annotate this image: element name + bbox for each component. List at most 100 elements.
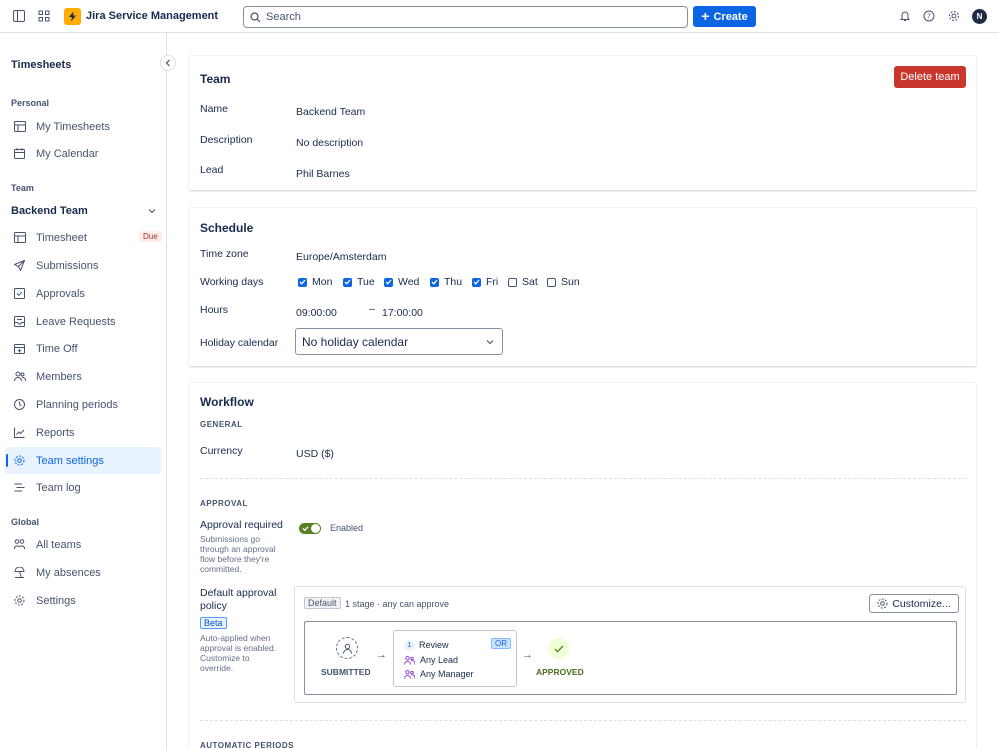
sidebar-toggle-icon[interactable] bbox=[12, 9, 26, 23]
jira-logo-icon[interactable] bbox=[64, 8, 81, 25]
search-input[interactable] bbox=[266, 11, 666, 23]
people-icon bbox=[404, 655, 415, 665]
help-icon[interactable]: ? bbox=[922, 9, 936, 23]
schedule-card-title: Schedule bbox=[200, 221, 254, 235]
review-label: Review bbox=[419, 640, 449, 650]
sidebar-item-my-calendar[interactable]: My Calendar bbox=[5, 140, 161, 167]
collapse-sidebar-button[interactable] bbox=[160, 55, 176, 71]
user-avatar[interactable]: N bbox=[972, 9, 987, 24]
team-card-title: Team bbox=[200, 72, 231, 86]
hours-separator: – bbox=[369, 303, 375, 315]
day-checkbox-mon[interactable]: Mon bbox=[298, 276, 332, 288]
holiday-calendar-select[interactable]: No holiday calendar bbox=[295, 328, 503, 355]
search-icon bbox=[250, 11, 261, 22]
sidebar-item-settings[interactable]: Settings bbox=[5, 587, 161, 614]
gear-icon bbox=[13, 454, 26, 467]
holiday-calendar-label: Holiday calendar bbox=[200, 337, 279, 349]
sidebar-item-planning-periods[interactable]: Planning periods bbox=[5, 391, 161, 418]
checkbox-checked-icon bbox=[430, 277, 439, 287]
sidebar-item-leave-requests[interactable]: Leave Requests bbox=[5, 308, 161, 335]
plus-icon: + bbox=[701, 8, 710, 24]
day-checkbox-tue[interactable]: Tue bbox=[343, 276, 375, 288]
sidebar-item-approvals[interactable]: Approvals bbox=[5, 280, 161, 307]
checkbox-checked-icon bbox=[384, 277, 393, 287]
hours-end-input[interactable]: 17:00:00 bbox=[382, 307, 423, 319]
chevron-left-icon bbox=[165, 59, 170, 67]
day-checkbox-fri[interactable]: Fri bbox=[472, 276, 498, 288]
team-card: Team Delete team Name Backend Team Descr… bbox=[188, 55, 977, 191]
sidebar-item-all-teams[interactable]: All teams bbox=[5, 531, 161, 558]
day-checkbox-thu[interactable]: Thu bbox=[430, 276, 462, 288]
working-days-label: Working days bbox=[200, 276, 264, 288]
app-switcher-icon[interactable] bbox=[37, 9, 51, 23]
description-value[interactable]: No description bbox=[296, 137, 363, 149]
delete-team-button[interactable]: Delete team bbox=[894, 66, 966, 88]
arrow-right-icon: → bbox=[376, 649, 387, 661]
section-team: Team bbox=[11, 183, 34, 193]
chart-icon bbox=[13, 426, 26, 439]
calendar-plus-icon bbox=[13, 342, 26, 355]
sidebar-item-time-off[interactable]: Time Off bbox=[5, 335, 161, 362]
general-heading: GENERAL bbox=[200, 420, 243, 429]
hours-label: Hours bbox=[200, 304, 229, 316]
arrow-right-icon: → bbox=[522, 649, 533, 661]
due-badge: Due bbox=[139, 231, 162, 242]
people-icon bbox=[13, 370, 26, 383]
day-checkbox-sat[interactable]: Sat bbox=[508, 276, 538, 288]
name-value[interactable]: Backend Team bbox=[296, 106, 365, 118]
currency-value[interactable]: USD ($) bbox=[296, 448, 334, 460]
workflow-card: Workflow GENERAL Currency USD ($) APPROV… bbox=[188, 382, 977, 749]
chevron-down-icon bbox=[148, 209, 156, 214]
step-number: 1 bbox=[404, 640, 415, 651]
table-icon bbox=[13, 120, 26, 133]
checkbox-checked-icon bbox=[472, 277, 481, 287]
group-icon bbox=[13, 538, 26, 551]
day-checkbox-wed[interactable]: Wed bbox=[384, 276, 419, 288]
svg-text:?: ? bbox=[927, 13, 931, 21]
name-label: Name bbox=[200, 103, 229, 115]
sidebar-item-my-absences[interactable]: My absences bbox=[5, 559, 161, 586]
day-checkbox-sun[interactable]: Sun bbox=[547, 276, 580, 288]
checkbox-icon bbox=[13, 287, 26, 300]
sidebar-item-reports[interactable]: Reports bbox=[5, 419, 161, 446]
lead-label: Lead bbox=[200, 164, 224, 176]
app-name[interactable]: Jira Service Management bbox=[86, 10, 218, 22]
sidebar-item-team-settings[interactable]: Team settings bbox=[5, 447, 161, 474]
hours-start-input[interactable]: 09:00:00 bbox=[296, 307, 337, 319]
create-button[interactable]: + Create bbox=[693, 6, 756, 27]
gear-icon bbox=[877, 598, 888, 609]
sidebar-item-members[interactable]: Members bbox=[5, 363, 161, 390]
section-divider bbox=[200, 478, 966, 479]
inbox-icon bbox=[13, 315, 26, 328]
policy-description: Auto-applied when approval is enabled. C… bbox=[200, 633, 277, 673]
table-icon bbox=[13, 231, 26, 244]
team-selector[interactable]: Backend Team bbox=[11, 205, 156, 217]
timezone-label: Time zone bbox=[200, 248, 249, 260]
section-divider bbox=[200, 720, 966, 721]
timezone-value[interactable]: Europe/Amsterdam bbox=[296, 251, 386, 263]
approval-policy-box: Default 1 stage · any can approve Custom… bbox=[294, 586, 966, 703]
beta-badge: Beta bbox=[200, 617, 227, 629]
description-label: Description bbox=[200, 134, 253, 146]
approval-toggle[interactable] bbox=[299, 523, 321, 534]
checkbox-checked-icon bbox=[343, 277, 352, 287]
toggle-knob bbox=[311, 524, 320, 533]
settings-gear-icon[interactable] bbox=[947, 9, 961, 23]
sidebar-item-my-timesheets[interactable]: My Timesheets bbox=[5, 113, 161, 140]
send-icon bbox=[13, 259, 26, 272]
sidebar-item-timesheet[interactable]: Timesheet Due bbox=[5, 224, 162, 251]
approved-label: APPROVED bbox=[536, 667, 584, 677]
calendar-icon bbox=[13, 147, 26, 160]
notifications-bell-icon[interactable] bbox=[898, 9, 912, 23]
approval-toggle-text: Enabled bbox=[330, 523, 364, 533]
check-icon bbox=[302, 526, 309, 532]
review-stage[interactable]: 1 Review OR Any Lead Any Manager bbox=[393, 630, 517, 687]
sidebar-item-team-log[interactable]: Team log bbox=[5, 474, 161, 501]
sidebar: Timesheets Personal My Timesheets My Cal… bbox=[0, 33, 176, 749]
submitted-label: SUBMITTED bbox=[321, 667, 371, 677]
sidebar-item-submissions[interactable]: Submissions bbox=[5, 252, 161, 279]
active-indicator bbox=[6, 454, 8, 467]
customize-button[interactable]: Customize... bbox=[869, 594, 959, 613]
search-box[interactable] bbox=[243, 6, 688, 28]
lead-value[interactable]: Phil Barnes bbox=[296, 168, 350, 180]
